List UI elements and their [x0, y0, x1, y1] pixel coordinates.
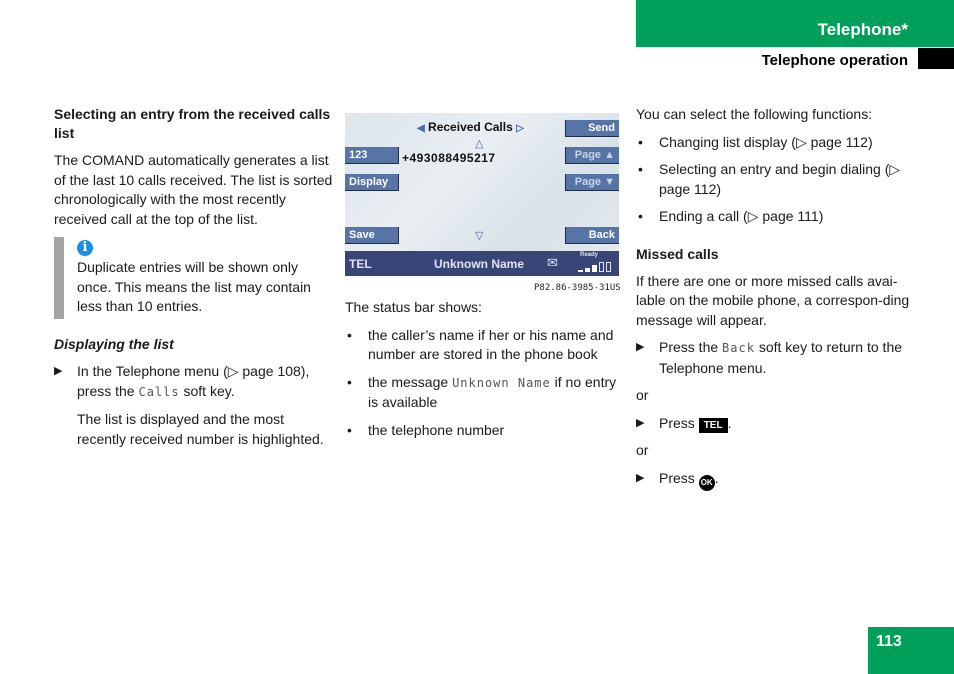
section-marker — [918, 48, 954, 69]
scroll-up-icon[interactable]: △ — [475, 137, 483, 150]
section-heading: Selecting an entry from the received cal… — [54, 106, 331, 141]
screen-title: ◀ Received Calls ▷ — [417, 120, 524, 134]
column-left: Selecting an entry from the received cal… — [54, 105, 334, 457]
page-number: 113 — [876, 633, 902, 650]
softkey-page-down[interactable]: Page ▼ — [565, 174, 619, 191]
status-ready: Ready — [580, 252, 599, 258]
step-item: ▶ In the Telephone menu (▷ page 108), pr… — [54, 363, 310, 399]
bullet-item: • Selecting an entry and begin dialing (▷… — [638, 161, 901, 197]
status-bar: TEL Unknown Name ✉ Ready — [345, 251, 619, 276]
step-item: ▶ Press the Back soft key to return to t… — [636, 339, 903, 376]
bullet-item: • Ending a call (▷ page 111) — [638, 208, 824, 224]
missed-calls-text: If there are one or more missed calls av… — [636, 272, 910, 328]
status-caller-name: Unknown Name — [434, 257, 525, 271]
step-item: ▶ Press TEL. — [636, 414, 921, 434]
or-text: or — [636, 387, 649, 403]
ok-key-icon: OK — [698, 474, 715, 491]
bullet-item: • the message Unknown Name if no entry is… — [347, 373, 617, 411]
softkey-ref: Calls — [138, 384, 180, 399]
softkey-display[interactable]: Display — [345, 174, 399, 191]
status-intro: The status bar shows: — [345, 299, 482, 315]
figure-caption: P82.86-3985-31US — [534, 283, 621, 293]
functions-intro: You can select the following functions: — [636, 106, 873, 122]
note-text: Duplicate entries will be shown only onc… — [77, 259, 311, 314]
subsection-title: Telephone operation — [761, 52, 908, 69]
right-arrow-icon[interactable]: ▷ — [516, 123, 524, 134]
selected-number[interactable]: +493088495217 — [402, 151, 496, 165]
intro-paragraph: The COMAND automatically generates a lis… — [54, 152, 333, 227]
step-result: The list is displayed and the most recen… — [77, 411, 324, 447]
softkey-ref: Back — [722, 341, 755, 355]
step-arrow-icon: ▶ — [636, 341, 645, 353]
softkey-back[interactable]: Back — [565, 227, 619, 244]
step-item: ▶ Press OK. — [636, 469, 921, 491]
column-middle: The status bar shows: • the caller’s name… — [345, 298, 625, 448]
tel-key-icon: TEL — [698, 417, 728, 433]
page-number-tab: 113 — [868, 627, 954, 674]
info-note: i Duplicate entries will be shown only o… — [54, 237, 334, 319]
bullet-item: • the caller’s name if her or his name an… — [347, 326, 614, 363]
comand-screen: ◀ Received Calls ▷ △ +493088495217 ▽ 123… — [345, 113, 619, 276]
column-right: You can select the following functions: … — [636, 105, 921, 499]
status-message-ref: Unknown Name — [452, 375, 551, 390]
signal-strength-icon — [578, 262, 611, 272]
softkey-save[interactable]: Save — [345, 227, 399, 244]
info-icon: i — [77, 240, 93, 256]
or-text: or — [636, 442, 649, 458]
softkey-send[interactable]: Send — [565, 120, 619, 137]
bullet-item: • Changing list display (▷ page 112) — [638, 133, 873, 150]
envelope-icon: ✉ — [547, 255, 558, 270]
step-arrow-icon: ▶ — [636, 416, 645, 429]
step-arrow-icon: ▶ — [54, 365, 63, 377]
section-title: Telephone* — [817, 20, 908, 39]
left-arrow-icon[interactable]: ◀ — [417, 123, 425, 134]
bullet-item: • the telephone number — [347, 421, 505, 438]
softkey-page-up[interactable]: Page ▲ — [565, 147, 619, 164]
status-tel: TEL — [349, 257, 372, 271]
note-bar — [54, 237, 64, 319]
missed-calls-heading: Missed calls — [636, 245, 719, 262]
header-band: Telephone* — [636, 0, 954, 47]
step-arrow-icon: ▶ — [636, 471, 645, 484]
softkey-123[interactable]: 123 — [345, 147, 399, 164]
scroll-down-icon[interactable]: ▽ — [475, 229, 483, 242]
subheading: Displaying the list — [54, 335, 174, 352]
